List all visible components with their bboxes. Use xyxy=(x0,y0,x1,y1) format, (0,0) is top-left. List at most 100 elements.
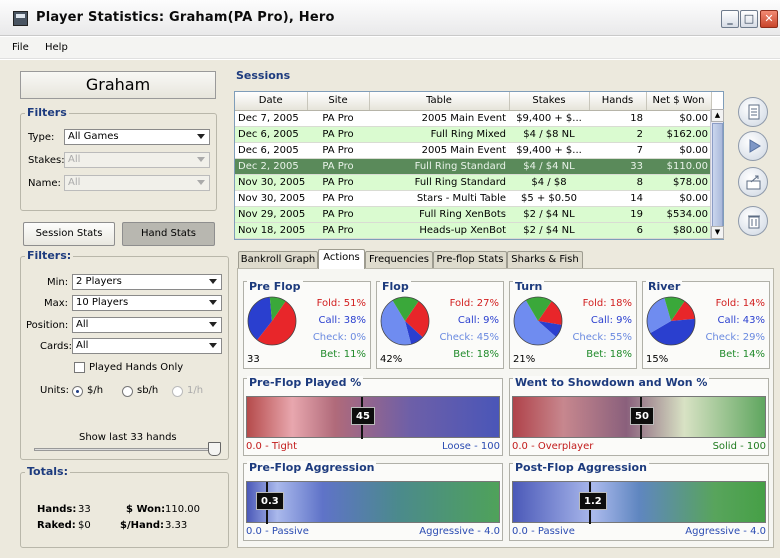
name-select[interactable]: All xyxy=(64,175,210,191)
street-stats-box: Flop Fold: 27% Call: 9% Check: 45% Bet: 18% 4… xyxy=(376,280,504,369)
session-row[interactable]: Dec 7, 2005 PA Pro 2005 Main Event $9,400 +… xyxy=(235,110,711,127)
gauge-title: Pre-Flop Aggression xyxy=(247,461,377,474)
chevron-down-icon xyxy=(197,134,205,139)
slider-label: Show last 33 hands xyxy=(79,432,177,443)
tab-sharks-fish[interactable]: Sharks & Fish xyxy=(507,251,583,268)
scroll-down-icon[interactable]: ▼ xyxy=(711,226,724,239)
hand-stats-button[interactable]: Hand Stats xyxy=(122,222,215,246)
gauge-max-label: Solid - 100 xyxy=(712,441,766,452)
session-cell: $5 + $0.50 xyxy=(509,190,589,207)
stakes-label: Stakes: xyxy=(28,155,65,166)
minimize-button[interactable]: _ xyxy=(721,10,739,28)
action-pie-chart xyxy=(513,296,563,346)
units-hands-label: 1/h xyxy=(187,385,204,396)
per-hand-value: 3.33 xyxy=(165,520,188,531)
max-value: 10 Players xyxy=(76,297,129,308)
sessions-scrollbar[interactable]: ▲ ▼ xyxy=(710,109,724,239)
session-cell: Dec 2, 2005 xyxy=(235,158,307,175)
session-row[interactable]: Dec 6, 2005 PA Pro Full Ring Mixed $4 / $8 … xyxy=(235,126,711,143)
session-cell: Nov 29, 2005 xyxy=(235,206,307,223)
gauge-bar: 1.2 xyxy=(512,481,766,524)
check-stat: Check: 55% xyxy=(572,332,632,343)
totals-title: Totals: xyxy=(25,465,70,478)
sessions-table[interactable]: Date Site Table Stakes Hands Net $ Won Dec 7,… xyxy=(234,91,724,240)
check-stat: Check: 45% xyxy=(439,332,499,343)
session-cell: 2 xyxy=(589,126,646,143)
name-label: Name: xyxy=(28,178,61,189)
tab-bankroll-graph[interactable]: Bankroll Graph xyxy=(238,251,318,268)
menu-bar: File Help xyxy=(0,37,780,59)
name-value: All xyxy=(68,177,81,188)
max-label: Max: xyxy=(44,298,69,309)
units-dollar-radio[interactable] xyxy=(72,386,83,397)
tab-actions[interactable]: Actions xyxy=(318,249,365,269)
session-cell: $78.00 xyxy=(646,174,711,191)
session-row[interactable]: Dec 2, 2005 PA Pro Full Ring Standard $4 / … xyxy=(235,158,711,175)
tab-frequencies[interactable]: Frequencies xyxy=(365,251,433,268)
min-value: 2 Players xyxy=(76,276,122,287)
session-cell: $4 / $8 NL xyxy=(509,126,589,143)
session-cell: PA Pro xyxy=(307,126,369,143)
session-row[interactable]: Nov 30, 2005 PA Pro Stars - Multi Table $5 … xyxy=(235,190,711,207)
session-cell: Dec 7, 2005 xyxy=(235,110,307,127)
session-cell: Dec 6, 2005 xyxy=(235,142,307,159)
stakes-select[interactable]: All xyxy=(64,152,210,168)
session-row[interactable]: Nov 29, 2005 PA Pro Full Ring XenBots $2 / … xyxy=(235,206,711,223)
title-bar: Player Statistics: Graham(PA Pro), Hero … xyxy=(0,0,780,36)
type-value: All Games xyxy=(68,131,119,142)
max-players-select[interactable]: 10 Players xyxy=(72,295,222,311)
session-row[interactable]: Nov 30, 2005 PA Pro Full Ring Standard $4 /… xyxy=(235,174,711,191)
tab-preflop-stats[interactable]: Pre-flop Stats xyxy=(433,251,507,268)
report-button[interactable] xyxy=(738,97,768,127)
menu-file[interactable]: File xyxy=(12,42,29,53)
units-label: Units: xyxy=(40,385,69,396)
gauge-max-label: Aggressive - 4.0 xyxy=(685,526,766,537)
hand-filters-title: Filters: xyxy=(25,249,74,262)
scroll-up-icon[interactable]: ▲ xyxy=(711,109,724,122)
position-select[interactable]: All xyxy=(72,317,222,333)
session-cell: PA Pro xyxy=(307,222,369,239)
hands-slider-thumb[interactable] xyxy=(208,442,221,456)
column-header[interactable]: Hands xyxy=(589,92,647,111)
gauge-max-label: Aggressive - 4.0 xyxy=(419,526,500,537)
delete-button[interactable] xyxy=(738,206,768,236)
street-stats-box: Pre Flop Fold: 51% Call: 38% Check: 0% Bet: … xyxy=(243,280,371,369)
fold-stat: Fold: 18% xyxy=(582,298,632,309)
gauge-bar: 45 xyxy=(246,396,500,439)
session-cell: Stars - Multi Table xyxy=(369,190,509,207)
gauge-min-label: 0.0 - Passive xyxy=(246,526,309,537)
column-header[interactable]: Date xyxy=(235,92,308,111)
session-stats-button[interactable]: Session Stats xyxy=(23,222,115,246)
export-button[interactable] xyxy=(738,167,768,197)
min-players-select[interactable]: 2 Players xyxy=(72,274,222,290)
session-row[interactable]: Nov 18, 2005 PA Pro Heads-up XenBot $2 / $4… xyxy=(235,222,711,239)
session-cell: Full Ring Standard xyxy=(369,158,509,175)
session-cell: Heads-up XenBot xyxy=(369,222,509,239)
cards-select[interactable]: All xyxy=(72,338,222,354)
units-sb-radio[interactable] xyxy=(122,386,133,397)
scroll-thumb[interactable] xyxy=(712,123,723,231)
played-hands-only-checkbox[interactable] xyxy=(74,362,85,373)
type-select[interactable]: All Games xyxy=(64,129,210,145)
session-cell: $0.00 xyxy=(646,190,711,207)
hands-slider-track[interactable] xyxy=(34,448,220,451)
session-cell: Nov 18, 2005 xyxy=(235,222,307,239)
close-button[interactable]: ✕ xyxy=(760,10,778,28)
column-header[interactable]: Net $ Won xyxy=(646,92,712,111)
gauge-bar: 50 xyxy=(512,396,766,439)
play-button[interactable] xyxy=(738,131,768,161)
cards-label: Cards: xyxy=(40,341,72,352)
session-cell: 8 xyxy=(589,174,646,191)
column-header[interactable]: Table xyxy=(369,92,510,111)
menu-help[interactable]: Help xyxy=(45,42,68,53)
session-row[interactable]: Dec 6, 2005 PA Pro 2005 Main Event $9,400 +… xyxy=(235,142,711,159)
maximize-button[interactable]: □ xyxy=(740,10,758,28)
gauge-min-label: 0.0 - Overplayer xyxy=(512,441,594,452)
column-header[interactable]: Site xyxy=(307,92,370,111)
hands-value: 33 xyxy=(78,504,91,515)
column-header[interactable]: Stakes xyxy=(509,92,590,111)
action-pie-chart xyxy=(646,296,696,346)
per-hand-label: $/Hand: xyxy=(120,520,165,531)
units-hands-radio[interactable] xyxy=(172,386,183,397)
call-stat: Call: 38% xyxy=(318,315,366,326)
